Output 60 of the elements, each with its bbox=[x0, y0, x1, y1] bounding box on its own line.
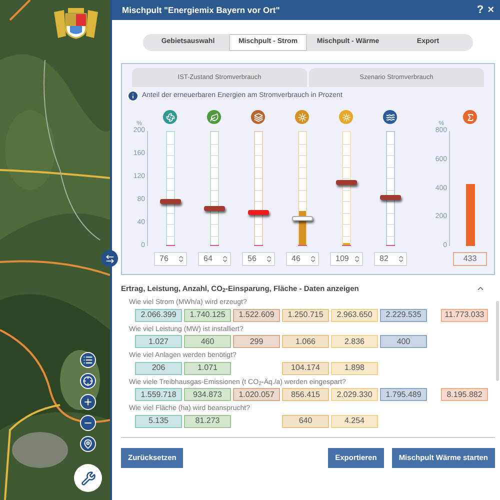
value-cell: 2.836 bbox=[331, 335, 378, 348]
value-cell: 81.273 bbox=[184, 414, 231, 428]
total-bar bbox=[466, 184, 474, 246]
stepper-icon[interactable] bbox=[176, 255, 184, 263]
stepper-icon[interactable] bbox=[264, 255, 272, 263]
help-button[interactable]: ? bbox=[476, 2, 484, 18]
total-value: 433 bbox=[453, 252, 487, 266]
value-cell: 856.415 bbox=[282, 388, 329, 402]
value-cell: 1.250.715 bbox=[282, 308, 329, 322]
slider-thumb[interactable] bbox=[204, 206, 224, 211]
stepper-icon[interactable] bbox=[308, 255, 316, 263]
value-cell: 299 bbox=[233, 335, 280, 348]
value-cell: 4.254 bbox=[331, 414, 378, 428]
coat-of-arms-icon bbox=[52, 8, 100, 40]
stepper-icon[interactable] bbox=[352, 255, 360, 263]
info-icon bbox=[127, 90, 139, 102]
value-cell: 934.873 bbox=[184, 388, 231, 402]
close-button[interactable]: × bbox=[488, 2, 494, 18]
value-cell: 5.135 bbox=[135, 414, 182, 428]
value-cell: 8.195.882 bbox=[441, 388, 488, 402]
value-cell: 11.773.033 bbox=[441, 308, 488, 322]
value-cell: 1.066 bbox=[282, 335, 329, 348]
value-cell: 1.027 bbox=[135, 335, 182, 348]
slider[interactable] bbox=[378, 131, 402, 246]
slider[interactable] bbox=[202, 131, 226, 246]
value-spinner[interactable]: 56 bbox=[242, 252, 274, 266]
value-cell: 1.522.609 bbox=[233, 308, 280, 322]
value-cell: 2.029.330 bbox=[331, 388, 378, 402]
slider[interactable] bbox=[158, 131, 182, 246]
value-spinner[interactable]: 46 bbox=[286, 252, 318, 266]
slider[interactable] bbox=[246, 131, 270, 246]
slider[interactable] bbox=[290, 131, 314, 246]
slider-thumb[interactable] bbox=[292, 216, 312, 222]
value-spinner[interactable]: 109 bbox=[330, 252, 362, 266]
value-cell: 1.898 bbox=[331, 362, 378, 375]
value-cell: 400 bbox=[380, 335, 427, 348]
value-cell: 1.740.125 bbox=[184, 308, 231, 322]
value-cell: 640 bbox=[282, 414, 329, 428]
value-cell: 206 bbox=[135, 362, 182, 375]
value-spinner[interactable]: 76 bbox=[154, 252, 186, 266]
slider-thumb[interactable] bbox=[336, 180, 356, 185]
value-cell: 104.174 bbox=[282, 362, 329, 375]
value-cell: 2.229.535 bbox=[380, 308, 427, 322]
value-cell: 1.559.718 bbox=[135, 388, 182, 402]
window-title: Mischpult "Energiemix Bayern vor Ort" bbox=[122, 4, 280, 16]
stepper-icon[interactable] bbox=[220, 255, 228, 263]
value-cell: 1.020.057 bbox=[233, 388, 280, 402]
value-cell: 2.963.650 bbox=[331, 308, 378, 322]
value-cell: 2.066.399 bbox=[135, 308, 182, 322]
slider-thumb[interactable] bbox=[380, 195, 400, 200]
slider[interactable] bbox=[334, 131, 358, 246]
value-cell: 460 bbox=[184, 335, 231, 348]
stepper-icon[interactable] bbox=[396, 255, 404, 263]
value-cell: 1.795.489 bbox=[380, 388, 427, 402]
slider-thumb[interactable] bbox=[248, 210, 268, 216]
value-spinner[interactable]: 82 bbox=[374, 252, 406, 266]
value-spinner[interactable]: 64 bbox=[198, 252, 230, 266]
slider-thumb[interactable] bbox=[160, 198, 180, 204]
value-cell: 1.071 bbox=[184, 362, 231, 375]
resize-handle-icon[interactable] bbox=[101, 250, 118, 267]
